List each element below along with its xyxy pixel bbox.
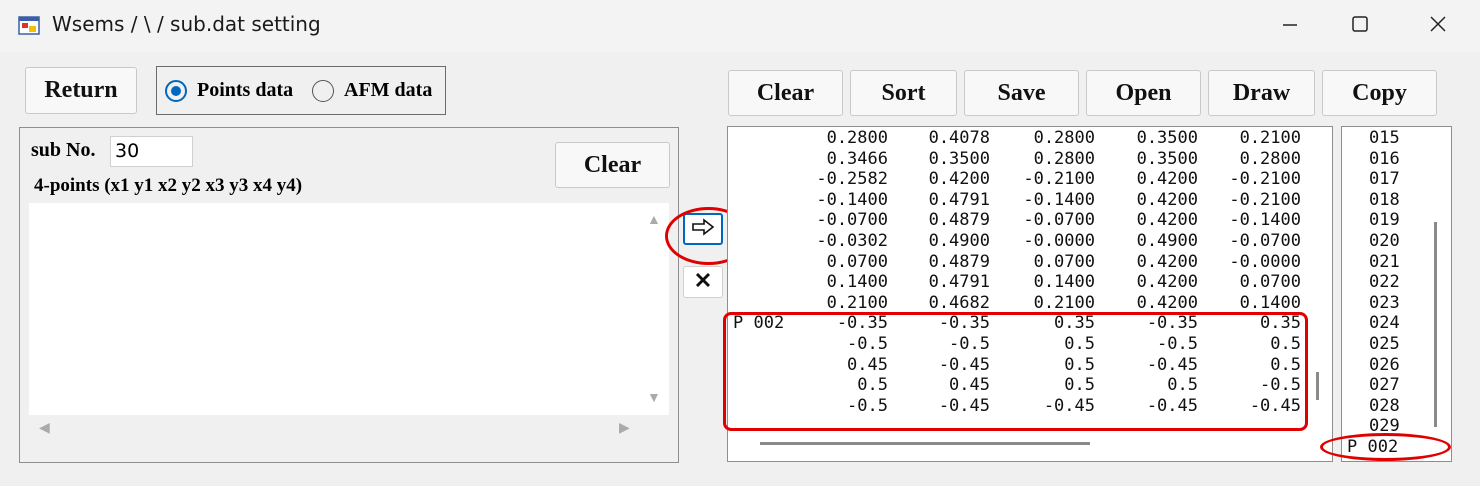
- data-row: -0.2582 0.4200 -0.2100 0.4200 -0.2100: [728, 169, 1328, 190]
- points-horizontal-scrollbar[interactable]: ◀ ▶: [29, 415, 669, 443]
- data-horizontal-scroll-thumb[interactable]: [760, 442, 1090, 445]
- index-item[interactable]: 019: [1369, 210, 1400, 231]
- data-cell: -0.2100: [1023, 169, 1095, 190]
- index-item[interactable]: 023: [1369, 293, 1400, 314]
- open-button[interactable]: Open: [1086, 70, 1201, 116]
- draw-button[interactable]: Draw: [1208, 70, 1315, 116]
- index-item[interactable]: 025: [1369, 334, 1400, 355]
- data-cell: 0.4200: [1136, 210, 1198, 231]
- data-cell: 0.2800: [1033, 148, 1095, 169]
- data-cell: 0.0700: [1239, 272, 1301, 293]
- data-cell: 0.4200: [1136, 251, 1198, 272]
- data-cell: 0.3500: [928, 148, 990, 169]
- index-item[interactable]: 017: [1369, 169, 1400, 190]
- data-row: -0.0302 0.4900 -0.0000 0.4900 -0.0700: [728, 231, 1328, 252]
- sort-button[interactable]: Sort: [850, 70, 957, 116]
- points-data-radio[interactable]: [165, 80, 187, 102]
- data-row: 0.3466 0.3500 0.2800 0.3500 0.2800: [728, 149, 1328, 170]
- delete-button[interactable]: [683, 266, 723, 298]
- index-item[interactable]: 028: [1369, 396, 1400, 417]
- maximize-button[interactable]: [1325, 0, 1395, 52]
- data-row: 0.0700 0.4879 0.0700 0.4200 -0.0000: [728, 252, 1328, 273]
- data-row: 0.1400 0.4791 0.1400 0.4200 0.0700: [728, 272, 1328, 293]
- new-entry-highlight-box: [723, 312, 1308, 431]
- data-cell: -0.0000: [1229, 251, 1301, 272]
- data-cell: -0.2100: [1229, 169, 1301, 190]
- data-cell: 0.3500: [1136, 148, 1198, 169]
- index-item[interactable]: 024: [1369, 313, 1400, 334]
- data-cell: 0.3500: [1136, 128, 1198, 148]
- data-cell: 0.4200: [1136, 292, 1198, 313]
- data-cell: 0.2100: [1033, 292, 1095, 313]
- data-cell: 0.2800: [1033, 128, 1095, 148]
- points-input-panel: sub No. 30 Clear 4-points (x1 y1 x2 y2 x…: [19, 127, 679, 463]
- data-cell: 0.4200: [1136, 272, 1198, 293]
- index-item[interactable]: 022: [1369, 272, 1400, 293]
- minimize-button[interactable]: [1255, 0, 1325, 52]
- scroll-left-icon: ◀: [39, 421, 50, 436]
- data-cell: 0.4900: [928, 231, 990, 251]
- data-cell: 0.1400: [1239, 292, 1301, 313]
- data-row: -0.0700 0.4879 -0.0700 0.4200 -0.1400: [728, 210, 1328, 231]
- points-format-hint: 4-points (x1 y1 x2 y2 x3 y3 x4 y4): [34, 175, 303, 196]
- data-cell: 0.2800: [1239, 148, 1301, 169]
- data-type-group: Points data AFM data: [156, 66, 446, 115]
- app-window-icon: [18, 14, 40, 36]
- clear-button[interactable]: Clear: [728, 70, 843, 116]
- scroll-up-icon: ▲: [647, 213, 661, 228]
- points-textarea[interactable]: [29, 203, 669, 415]
- data-cell: 0.4682: [928, 292, 990, 313]
- minimize-icon: [1282, 16, 1298, 37]
- data-cell: -0.0700: [1023, 210, 1095, 231]
- data-cell: 0.4200: [1136, 189, 1198, 210]
- sub-no-label: sub No.: [31, 139, 96, 161]
- points-data-label: Points data: [197, 79, 294, 101]
- index-item[interactable]: 020: [1369, 231, 1400, 252]
- close-button[interactable]: [1403, 0, 1473, 52]
- data-row: 0.2100 0.4682 0.2100 0.4200 0.1400: [728, 293, 1328, 314]
- index-item[interactable]: 021: [1369, 252, 1400, 273]
- index-item[interactable]: 016: [1369, 149, 1400, 170]
- data-cell: 0.4879: [928, 210, 990, 231]
- data-cell: -0.0700: [1229, 231, 1301, 251]
- copy-button[interactable]: Copy: [1322, 70, 1437, 116]
- data-cell: 0.2100: [1239, 128, 1301, 148]
- save-button[interactable]: Save: [964, 70, 1079, 116]
- data-cell: 0.4791: [928, 272, 990, 293]
- window-title: Wsems / \ / sub.dat setting: [52, 12, 321, 36]
- return-button[interactable]: Return: [25, 67, 137, 114]
- close-icon: [1429, 15, 1447, 38]
- maximize-icon: [1351, 15, 1369, 38]
- data-cell: 0.4879: [928, 251, 990, 272]
- index-item[interactable]: 018: [1369, 190, 1400, 211]
- sub-no-input[interactable]: 30: [110, 136, 193, 167]
- data-row: 0.2800 0.4078 0.2800 0.3500 0.2100: [728, 128, 1328, 149]
- data-row: -0.1400 0.4791 -0.1400 0.4200 -0.2100: [728, 190, 1328, 211]
- data-cell: 0.1400: [1033, 272, 1095, 293]
- index-item[interactable]: 026: [1369, 355, 1400, 376]
- scroll-right-icon: ▶: [619, 421, 630, 436]
- afm-data-radio[interactable]: [312, 80, 334, 102]
- clear-points-button[interactable]: Clear: [555, 142, 670, 188]
- index-item[interactable]: 027: [1369, 375, 1400, 396]
- afm-data-label: AFM data: [344, 79, 433, 101]
- x-icon: [694, 271, 712, 294]
- index-highlight-ellipse: [1320, 433, 1451, 461]
- data-cell: 0.4900: [1136, 231, 1198, 251]
- data-cell: 0.4200: [1136, 169, 1198, 190]
- index-scroll-thumb[interactable]: [1434, 222, 1437, 427]
- data-cell: 0.4791: [928, 189, 990, 210]
- data-vertical-scroll-thumb[interactable]: [1316, 372, 1319, 400]
- index-list[interactable]: 015 016 017 018 019 020 021 022 023 024 025 026 027 0…: [1341, 126, 1452, 462]
- index-item[interactable]: 015: [1369, 128, 1400, 149]
- data-cell: 0.4078: [928, 128, 990, 148]
- data-cell: -0.1400: [1229, 210, 1301, 231]
- data-cell: -0.1400: [1023, 189, 1095, 210]
- scroll-down-icon: ▼: [647, 391, 661, 406]
- data-cell: -0.0000: [1023, 231, 1095, 251]
- data-cell: -0.2100: [1229, 189, 1301, 210]
- data-cell: 0.4200: [928, 169, 990, 190]
- data-cell: 0.0700: [1033, 251, 1095, 272]
